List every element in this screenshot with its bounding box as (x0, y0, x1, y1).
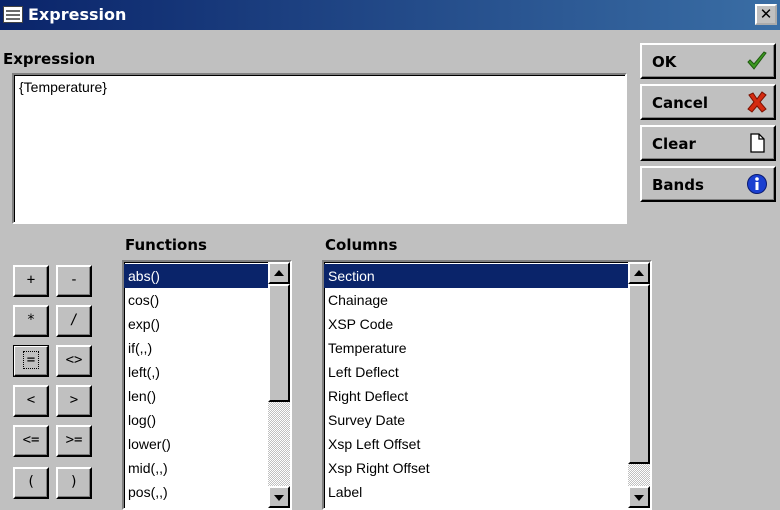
column-item[interactable]: Label (324, 480, 650, 504)
function-item[interactable]: left(,) (124, 360, 290, 384)
bands-button[interactable]: Bands (640, 166, 776, 202)
close-paren-operator-button[interactable]: ) (56, 467, 92, 499)
functions-label: Functions (125, 236, 207, 254)
function-item[interactable]: abs() (124, 264, 290, 288)
column-item[interactable]: Xsp Left Offset (324, 432, 650, 456)
title-bar: Expression ✕ (0, 0, 780, 30)
function-item[interactable]: lower() (124, 432, 290, 456)
equals-operator-button[interactable]: = (13, 345, 49, 377)
expression-value: {Temperature} (19, 79, 107, 95)
function-item[interactable]: exp() (124, 312, 290, 336)
less-equal-operator-button[interactable]: <= (13, 425, 49, 457)
plus-operator-button[interactable]: + (13, 265, 49, 297)
close-button[interactable]: ✕ (755, 4, 777, 25)
columns-scrollbar[interactable] (628, 262, 650, 508)
not-equal-operator-button[interactable]: <> (56, 345, 92, 377)
function-item[interactable]: log() (124, 408, 290, 432)
minus-operator-button[interactable]: - (56, 265, 92, 297)
clear-button[interactable]: Clear (640, 125, 776, 161)
column-item[interactable]: Right Deflect (324, 384, 650, 408)
cancel-button[interactable]: Cancel (640, 84, 776, 120)
scroll-up-icon[interactable] (628, 262, 650, 284)
column-item[interactable]: XSP Code (324, 312, 650, 336)
check-icon (747, 51, 767, 70)
function-item[interactable]: len() (124, 384, 290, 408)
open-paren-operator-button[interactable]: ( (13, 467, 49, 499)
less-than-operator-button[interactable]: < (13, 385, 49, 417)
function-item[interactable]: mid(,,) (124, 456, 290, 480)
function-item[interactable]: if(,,) (124, 336, 290, 360)
scroll-down-icon[interactable] (268, 486, 290, 508)
columns-label: Columns (325, 236, 398, 254)
column-item[interactable]: Left Deflect (324, 360, 650, 384)
greater-than-operator-button[interactable]: > (56, 385, 92, 417)
function-item[interactable]: pos(,,) (124, 480, 290, 504)
document-icon (750, 133, 765, 153)
scroll-thumb[interactable] (628, 284, 650, 464)
divide-operator-button[interactable]: / (56, 305, 92, 337)
functions-list[interactable]: abs() cos() exp() if(,,) left(,) len() l… (122, 260, 292, 510)
functions-scrollbar[interactable] (268, 262, 290, 508)
close-icon: ✕ (759, 5, 773, 23)
scroll-down-icon[interactable] (628, 486, 650, 508)
column-item[interactable]: Survey Date (324, 408, 650, 432)
greater-equal-operator-button[interactable]: >= (56, 425, 92, 457)
column-item[interactable]: Temperature (324, 336, 650, 360)
ok-button[interactable]: OK (640, 43, 776, 79)
scroll-up-icon[interactable] (268, 262, 290, 284)
info-icon (747, 174, 767, 194)
app-icon (3, 6, 23, 23)
column-item[interactable]: Xsp Right Offset (324, 456, 650, 480)
expression-field[interactable]: {Temperature} (12, 73, 627, 224)
window-title: Expression (28, 5, 127, 24)
x-icon (747, 91, 767, 113)
columns-list[interactable]: Section Chainage XSP Code Temperature Le… (322, 260, 652, 510)
column-item[interactable]: Chainage (324, 288, 650, 312)
scroll-thumb[interactable] (268, 284, 290, 402)
function-item[interactable]: cos() (124, 288, 290, 312)
column-item[interactable]: Section (324, 264, 650, 288)
expression-label: Expression (3, 50, 96, 68)
multiply-operator-button[interactable]: * (13, 305, 49, 337)
